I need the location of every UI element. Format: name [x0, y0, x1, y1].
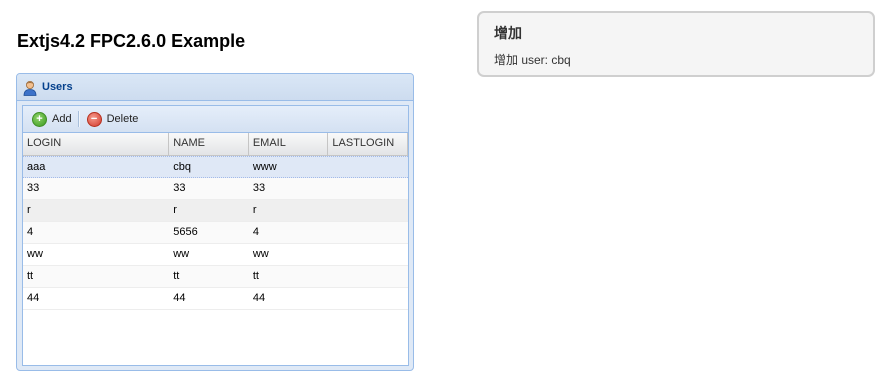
- table-row[interactable]: aaa cbq www: [23, 156, 408, 178]
- cell-lastlogin: [328, 244, 408, 265]
- cell-login: r: [27, 204, 31, 216]
- cell-login: aaa: [27, 161, 46, 173]
- notification-toast: 增加 增加 user: cbq: [477, 11, 875, 77]
- cell-email: 44: [252, 292, 266, 304]
- column-header-lastlogin[interactable]: LASTLOGIN: [328, 133, 408, 155]
- minus-icon: −: [86, 111, 102, 127]
- delete-button[interactable]: − Delete: [83, 109, 143, 129]
- table-row[interactable]: tt tt tt: [23, 266, 408, 288]
- cell-login: 44: [27, 292, 40, 304]
- toolbar: + Add − Delete: [23, 106, 408, 133]
- cell-lastlogin: [328, 222, 408, 243]
- table-row[interactable]: 4 5656 4: [23, 222, 408, 244]
- add-button[interactable]: + Add: [28, 109, 76, 129]
- cell-login: ww: [27, 248, 43, 260]
- cell-email: r: [252, 204, 257, 216]
- cell-name: 5656: [173, 226, 198, 238]
- cell-email: www: [252, 161, 277, 173]
- table-row[interactable]: 33 33 33: [23, 178, 408, 200]
- table-row[interactable]: rrr: [23, 200, 408, 222]
- cell-lastlogin: [328, 266, 408, 287]
- delete-button-label: Delete: [106, 113, 139, 125]
- users-panel: Users + Add − Delete LOGIN NAME EMAIL LA…: [16, 73, 414, 371]
- toast-title: 增加: [494, 25, 522, 41]
- grid-body: + Add − Delete LOGIN NAME EMAIL LASTLOGI…: [22, 105, 409, 366]
- toolbar-separator: [77, 111, 80, 127]
- cell-email: 33: [252, 182, 266, 194]
- add-button-label: Add: [52, 113, 72, 125]
- toast-message: 增加 user: cbq: [494, 53, 571, 67]
- cell-login: tt: [27, 270, 34, 282]
- cell-name: ww: [173, 248, 190, 260]
- user-icon: [23, 79, 37, 96]
- cell-name: r: [173, 204, 177, 216]
- column-header-login[interactable]: LOGIN: [23, 133, 170, 155]
- panel-header: Users: [17, 74, 413, 101]
- cell-login: 4: [27, 226, 34, 238]
- cell-login: 33: [27, 182, 40, 194]
- cell-name: tt: [173, 270, 180, 282]
- cell-email: ww: [252, 248, 269, 260]
- column-header-name[interactable]: NAME: [169, 133, 249, 155]
- page-title: Extjs4.2 FPC2.6.0 Example: [17, 31, 246, 51]
- cell-name: cbq: [173, 161, 191, 173]
- plus-icon: +: [32, 111, 47, 127]
- cell-email: tt: [252, 270, 259, 282]
- cell-lastlogin: [328, 288, 408, 309]
- cell-lastlogin: [328, 200, 408, 221]
- table-row[interactable]: 44 44 44: [23, 288, 408, 310]
- panel-title: Users: [42, 81, 73, 93]
- table-row[interactable]: ww ww ww: [23, 244, 408, 266]
- column-header-email[interactable]: EMAIL: [249, 133, 329, 155]
- cell-email: 4: [252, 226, 259, 238]
- grid-rows: aaa cbq www 33 33 33 r r r 4 5656 4 ww ww ww tt tt tt 44 44…: [23, 156, 408, 310]
- cell-lastlogin: [328, 157, 408, 177]
- cell-lastlogin: [328, 178, 408, 199]
- grid-header: LOGIN NAME EMAIL LASTLOGIN: [23, 133, 408, 156]
- cell-name: 44: [173, 292, 186, 304]
- cell-name: 33: [173, 182, 186, 194]
